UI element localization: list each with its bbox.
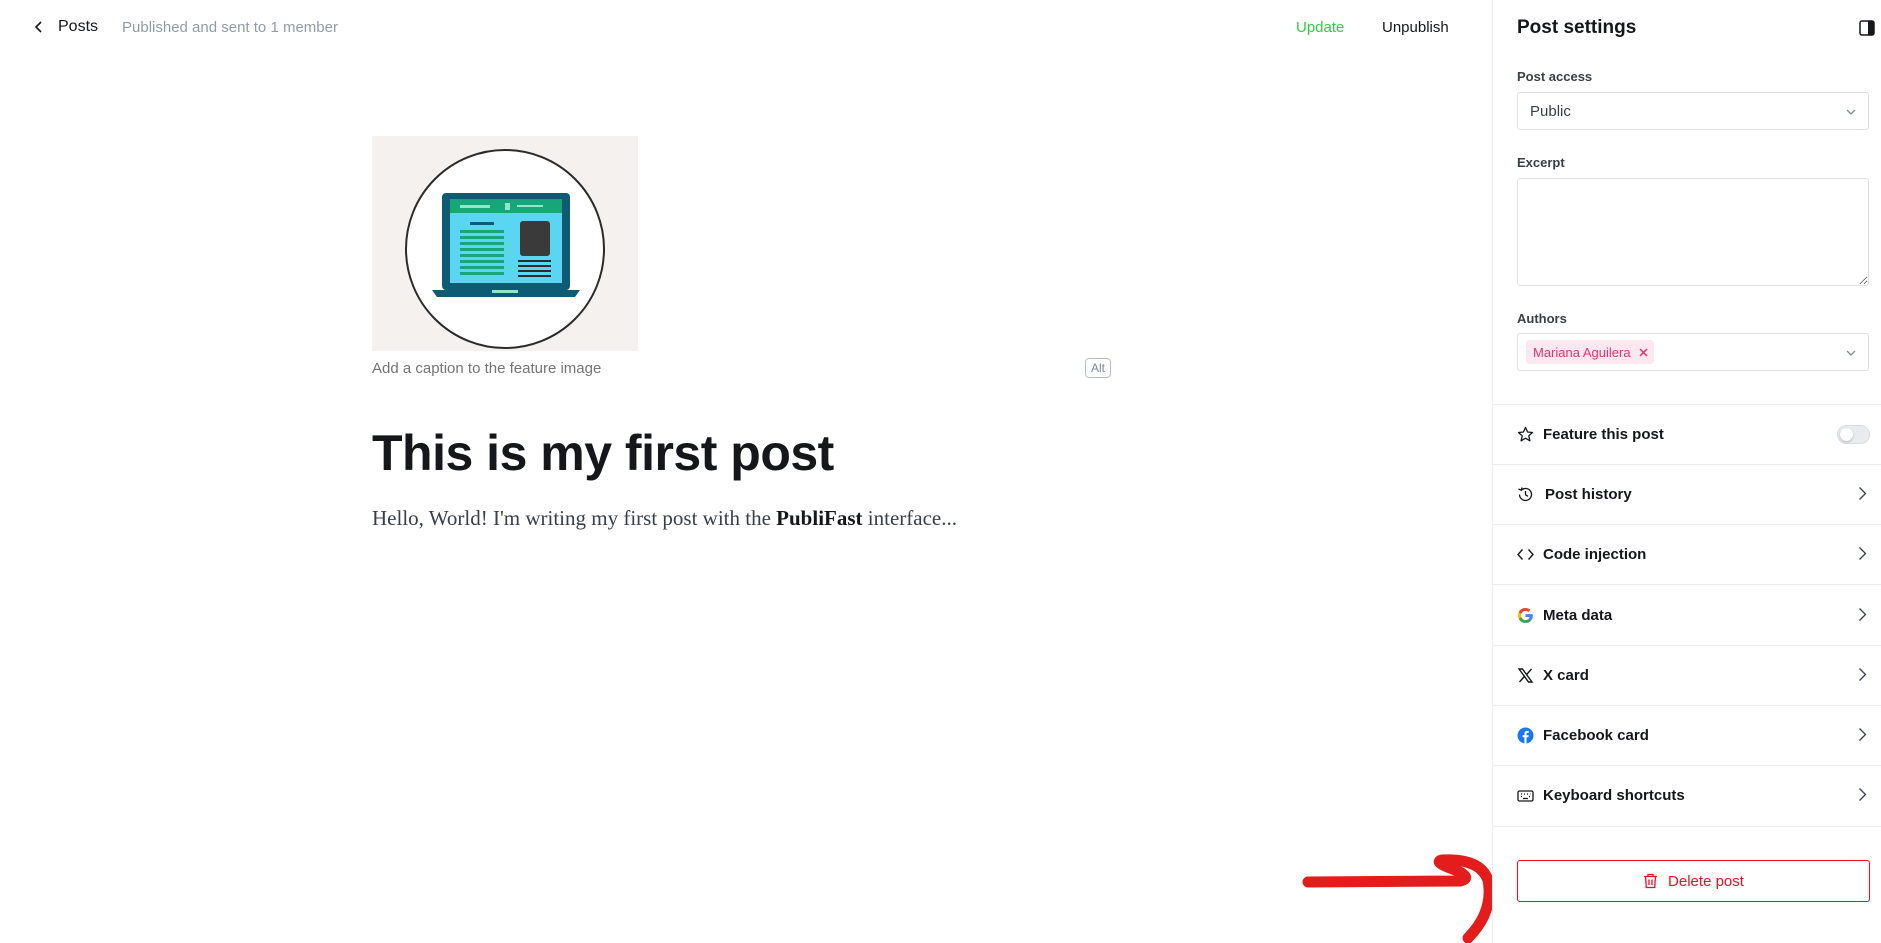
update-button[interactable]: Update xyxy=(1296,19,1344,36)
meta-data-label: Meta data xyxy=(1543,607,1613,624)
toggle-knob xyxy=(1840,428,1853,441)
x-card-row[interactable]: X card xyxy=(1493,645,1881,705)
facebook-card-row[interactable]: Facebook card xyxy=(1493,705,1881,765)
keyboard-shortcuts-label: Keyboard shortcuts xyxy=(1543,787,1685,804)
excerpt-label: Excerpt xyxy=(1517,155,1565,170)
body-text-bold: PubliFast xyxy=(776,506,863,530)
google-icon xyxy=(1518,608,1533,623)
body-text-end: interface... xyxy=(862,506,957,530)
remove-author-icon[interactable] xyxy=(1639,347,1648,357)
author-tag: Mariana Aguilera xyxy=(1526,340,1654,364)
facebook-card-label: Facebook card xyxy=(1543,727,1649,744)
post-access-value: Public xyxy=(1530,103,1571,120)
feature-post-label: Feature this post xyxy=(1543,426,1664,443)
author-name: Mariana Aguilera xyxy=(1533,344,1631,360)
alt-text-button[interactable]: Alt xyxy=(1085,358,1112,378)
chevron-down-icon xyxy=(1846,109,1856,115)
editor-topbar: Posts Published and sent to 1 member Upd… xyxy=(0,0,1492,56)
delete-post-button[interactable]: Delete post xyxy=(1517,860,1870,902)
chevron-right-icon xyxy=(1859,728,1867,741)
post-history-label: Post history xyxy=(1545,486,1632,503)
chevron-right-icon xyxy=(1859,668,1867,681)
back-label: Posts xyxy=(58,18,99,35)
code-injection-label: Code injection xyxy=(1543,546,1647,563)
excerpt-textarea[interactable] xyxy=(1517,178,1869,286)
post-access-select[interactable]: Public xyxy=(1517,92,1869,130)
publish-status: Published and sent to 1 member xyxy=(122,19,338,36)
history-icon xyxy=(1518,487,1533,502)
post-history-row[interactable]: Post history xyxy=(1493,464,1881,524)
chevron-right-icon xyxy=(1859,788,1867,801)
star-icon xyxy=(1517,426,1534,442)
code-icon xyxy=(1517,549,1534,560)
feature-post-toggle[interactable] xyxy=(1837,425,1870,444)
unpublish-button[interactable]: Unpublish xyxy=(1382,19,1449,36)
feature-post-row: Feature this post xyxy=(1493,404,1881,464)
laptop-illustration xyxy=(405,149,605,349)
divider xyxy=(1493,826,1881,827)
sidebar-toggle-icon[interactable] xyxy=(1859,20,1875,36)
post-settings-sidebar: Post settings Post access Public Excerpt… xyxy=(1492,0,1881,943)
code-injection-row[interactable]: Code injection xyxy=(1493,524,1881,584)
facebook-icon xyxy=(1517,727,1534,744)
trash-icon xyxy=(1644,873,1658,889)
post-body[interactable]: Hello, World! I'm writing my first post … xyxy=(372,506,957,531)
back-to-posts-link[interactable]: Posts xyxy=(34,18,98,36)
x-card-label: X card xyxy=(1543,667,1589,684)
keyboard-shortcuts-row[interactable]: Keyboard shortcuts xyxy=(1493,765,1881,825)
chevron-right-icon xyxy=(1859,487,1867,500)
chevron-right-icon xyxy=(1859,547,1867,560)
meta-data-row[interactable]: Meta data xyxy=(1493,585,1881,645)
chevron-left-icon xyxy=(34,21,42,33)
feature-image[interactable] xyxy=(372,136,638,351)
sidebar-title: Post settings xyxy=(1517,17,1637,38)
chevron-right-icon xyxy=(1859,608,1867,621)
body-text-start: Hello, World! I'm writing my first post … xyxy=(372,506,777,530)
authors-label: Authors xyxy=(1517,311,1567,326)
delete-post-label: Delete post xyxy=(1668,872,1744,890)
post-title[interactable]: This is my first post xyxy=(372,424,834,482)
chevron-down-icon xyxy=(1846,350,1856,356)
post-access-label: Post access xyxy=(1517,69,1593,84)
keyboard-icon xyxy=(1517,790,1534,802)
feature-image-caption-input[interactable] xyxy=(372,360,932,377)
x-logo-icon xyxy=(1517,668,1534,683)
annotation-arrow xyxy=(1302,854,1495,943)
authors-select[interactable]: Mariana Aguilera xyxy=(1517,333,1869,371)
